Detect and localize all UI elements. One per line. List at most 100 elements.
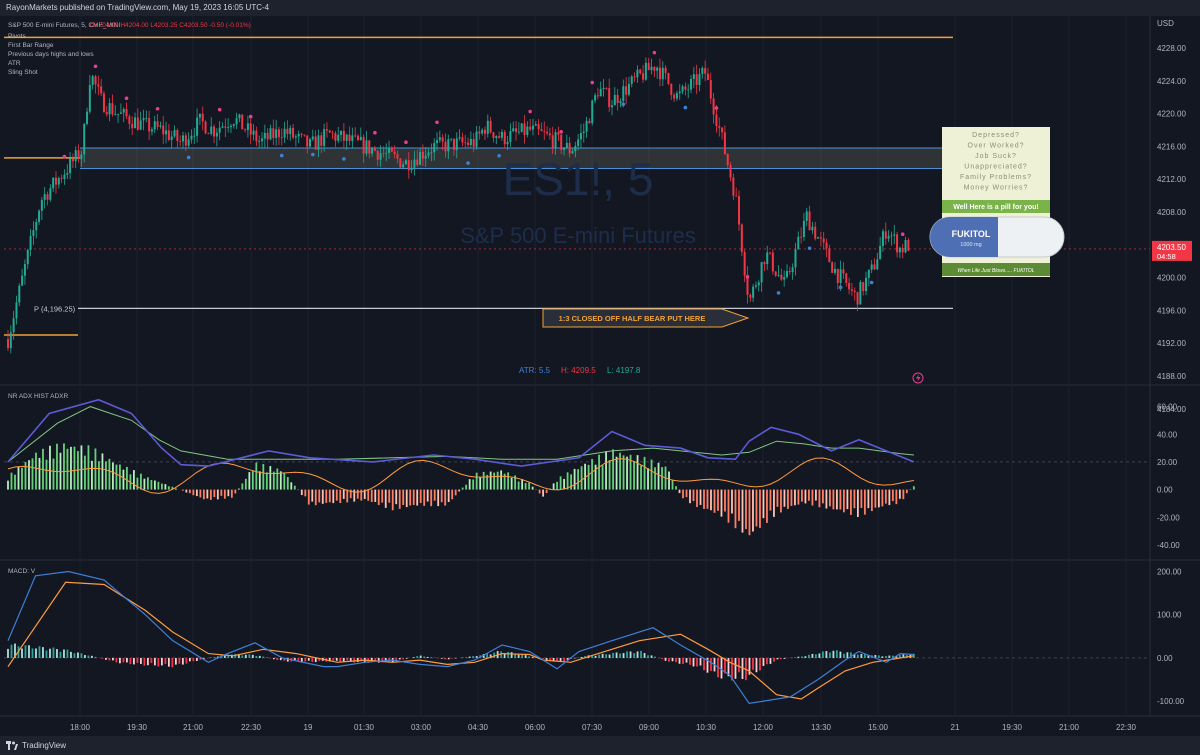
adx-histogram-bar [157,481,160,490]
adx-histogram-bar [31,458,34,490]
adx-histogram-bar [108,458,111,490]
candle-body [320,135,323,146]
macd-histogram-bar [195,657,198,661]
candle-body [196,117,199,136]
macd-histogram-bar [419,655,422,658]
adx-histogram-bar [17,466,20,490]
macd-histogram-bar [63,649,65,658]
adx-histogram-bar [524,482,527,490]
macd-histogram-bar [272,657,275,660]
macd-histogram-bar [468,656,471,658]
candle-body [743,251,746,276]
candle-body [715,114,718,127]
candle-body [198,113,201,118]
candle-body [181,135,184,142]
currency-label: USD [1157,19,1174,28]
adx-histogram-bar [601,465,604,490]
candle-body [523,123,526,135]
adx-histogram-bar [195,489,198,497]
macd-histogram-bar [877,655,880,658]
candle-body [625,86,628,95]
macd-histogram-bar [119,657,121,664]
adx-histogram-bar [7,480,9,490]
candle-body [469,139,472,146]
adx-histogram-bar [517,481,520,490]
macd-histogram-bar [846,652,849,658]
adx-tick-label: 20.00 [1157,458,1178,467]
candle-body [376,150,379,160]
candle-body [244,129,247,131]
candle-body [190,135,193,140]
adx-histogram-bar [440,489,443,503]
candle-body [695,74,698,85]
macd-histogram-bar [605,654,607,658]
macd-histogram-bar [77,652,79,658]
macd-histogram-bar [682,657,684,664]
adx-histogram-bar [493,472,496,490]
candle-body [452,138,455,150]
adxr-line [7,406,914,463]
adx-histogram-bar [846,489,849,510]
adx-histogram-bar [696,489,698,507]
candle-body [577,139,580,147]
adx-histogram-bar [416,489,419,506]
time-tick-label: 12:00 [753,723,774,732]
candle-body [54,177,57,185]
candle-body [235,118,238,125]
macd-histogram-bar [133,657,135,665]
candle-body [396,154,399,159]
candle-body [907,240,910,251]
candle-body [876,259,879,270]
candle-body [356,135,359,141]
macd-histogram-bar [839,651,842,658]
symbol-ohlc: O4204.00 H4204.00 L4203.25 C4203.50 -0.5… [90,22,251,29]
pill-brand: FUKITOL [952,229,991,239]
adx-histogram-bar [766,489,768,523]
time-tick-label: 21 [951,723,960,732]
adx-histogram-bar [230,489,233,498]
candle-body [410,167,413,171]
adx-histogram-bar [692,489,695,502]
candle-body [481,129,484,134]
adx-histogram-bar [370,489,373,502]
candle-body [619,101,622,104]
macd-histogram-bar [804,656,807,658]
candle-body [455,138,458,150]
candle-body [896,234,899,253]
adx-histogram-bar [38,457,41,490]
grid [0,16,1200,717]
sling-shot-dot [404,140,408,145]
adx-histogram-bar [636,455,639,490]
macd-histogram-bar [661,657,663,660]
candle-body [616,94,619,104]
sling-shot-dot [279,153,284,158]
adx-histogram-bar [797,489,800,505]
time-tick-label: 01:30 [354,723,375,732]
candle-body [540,129,543,131]
candle-body [294,136,297,138]
candle-body [543,130,546,132]
adx-histogram-bar [188,489,191,494]
macd-histogram-bar [140,657,142,664]
adx-histogram-bar [496,471,499,490]
adx-histogram-bar [339,489,342,503]
adx-histogram-bar [244,478,247,490]
macd-histogram-bar [356,657,359,662]
adx-histogram-bar [262,464,265,490]
macd-histogram-bar [818,653,821,658]
macd-histogram-bar [598,654,600,658]
adx-histogram-bar [556,481,559,490]
macd-histogram-bar [836,650,838,658]
candle-body [142,118,145,121]
macd-histogram-bar [797,656,800,658]
candle-body [492,132,495,138]
time-tick-label: 19:30 [1002,723,1023,732]
candle-body [822,238,825,243]
adx-histogram-bar [461,487,464,490]
macd-histogram-bar [56,649,58,658]
tradingview-chart[interactable]: P (4,196.25) ES1!, 5 S&P 500 E-mini Futur… [0,16,1200,736]
macd-histogram-bar [91,655,93,658]
candle-body [791,267,794,273]
adx-histogram-bar [787,489,789,509]
adx-histogram-bar [752,489,754,532]
